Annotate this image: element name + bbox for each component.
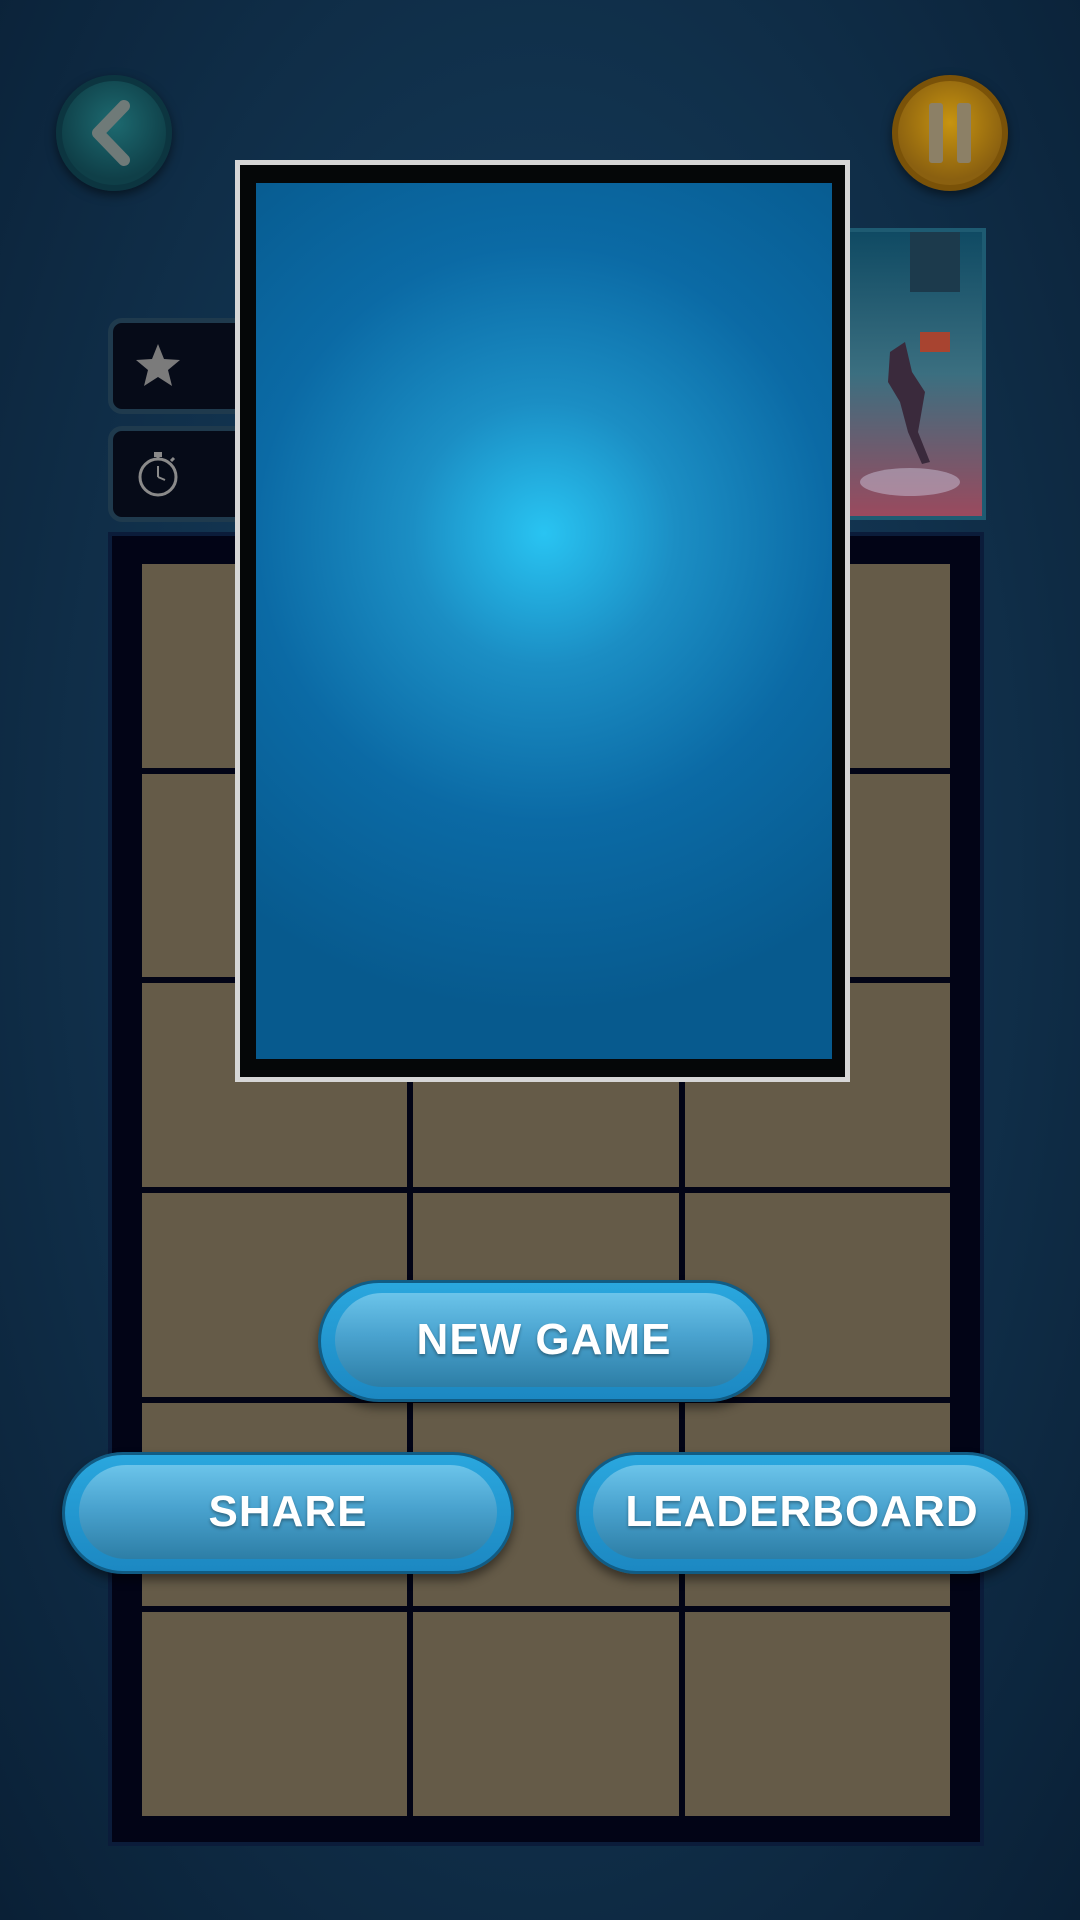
leaderboard-label: LEADERBOARD xyxy=(593,1465,1011,1559)
puzzle-preview-image xyxy=(846,228,986,520)
revealed-card xyxy=(256,183,832,1059)
pause-icon xyxy=(929,103,971,163)
back-button[interactable] xyxy=(56,75,172,191)
board-tile[interactable] xyxy=(413,1612,679,1816)
star-icon xyxy=(136,344,180,386)
new-game-label: NEW GAME xyxy=(335,1293,753,1387)
new-game-button[interactable]: NEW GAME xyxy=(318,1280,770,1402)
share-label: SHARE xyxy=(79,1465,497,1559)
leaderboard-button[interactable]: LEADERBOARD xyxy=(576,1452,1028,1574)
chevron-left-icon xyxy=(92,100,130,166)
board-tile[interactable] xyxy=(142,1612,408,1816)
stopwatch-icon xyxy=(138,452,178,497)
pause-button[interactable] xyxy=(892,75,1008,191)
board-tile[interactable] xyxy=(684,1612,950,1816)
share-button[interactable]: SHARE xyxy=(62,1452,514,1574)
